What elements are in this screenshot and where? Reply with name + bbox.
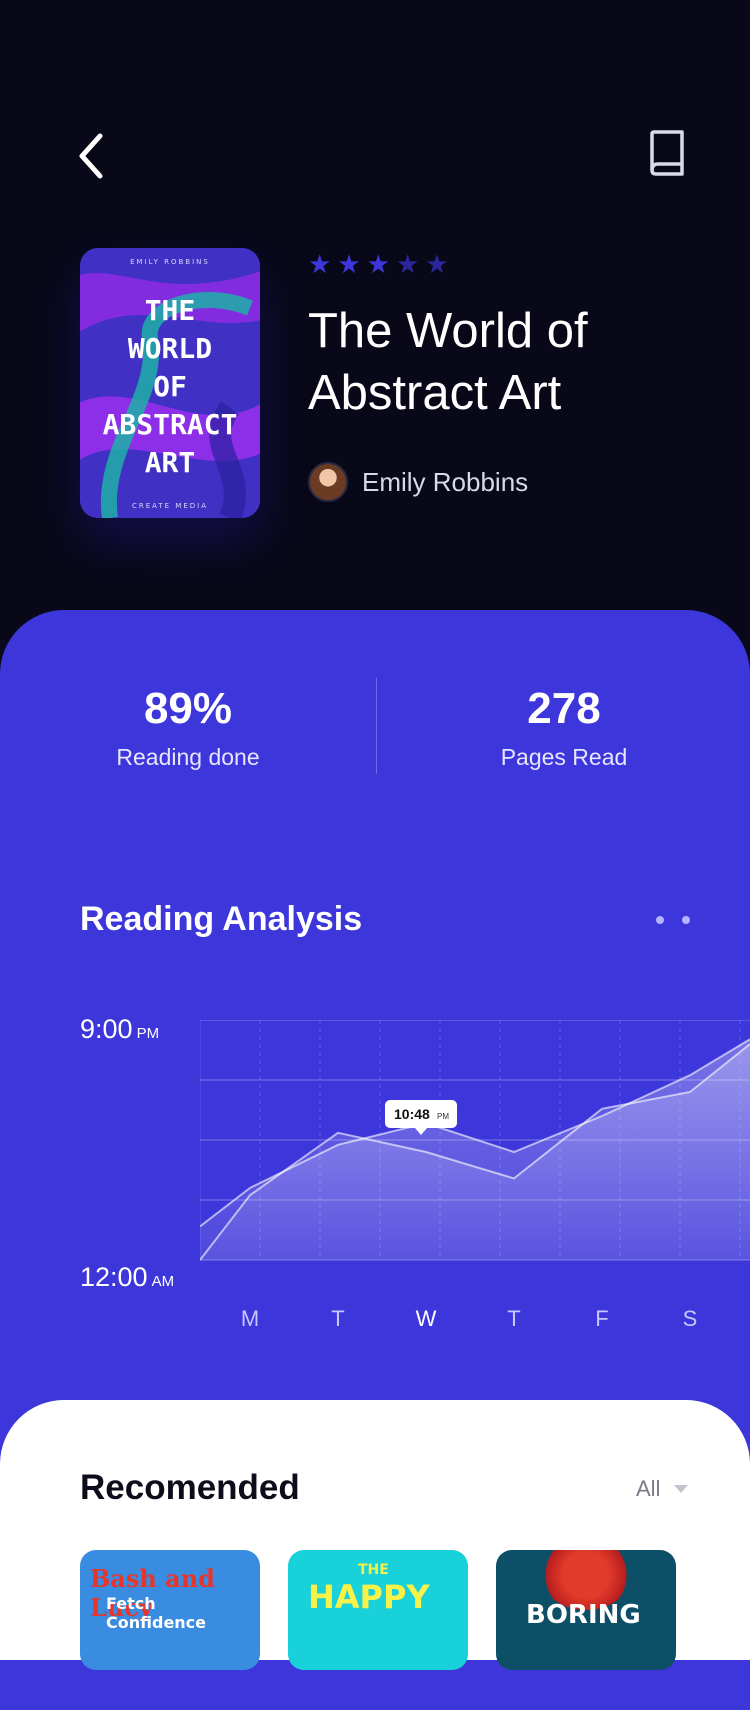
caret-down-icon [674, 1485, 688, 1493]
x-axis-label: M [241, 1306, 259, 1332]
y-bottom-time: 12:00 [80, 1262, 148, 1292]
star-icon: ★ [425, 252, 448, 278]
cover-publisher: CREATE MEDIA [80, 502, 260, 510]
recommended-book-3[interactable]: BORING [496, 1550, 676, 1670]
avatar [308, 462, 348, 502]
x-axis-label: S [683, 1306, 698, 1332]
pages-read-label: Pages Read [376, 744, 750, 771]
star-icon: ★ [396, 252, 419, 278]
back-button[interactable] [72, 128, 116, 184]
reading-done-value: 89% [0, 682, 376, 736]
star-icon: ★ [308, 252, 331, 278]
x-axis-label: T [331, 1306, 344, 1332]
reading-done-stat: 89% Reading done [0, 682, 376, 771]
x-axis-label: F [595, 1306, 608, 1332]
x-axis-labels: MTWTFS [200, 1306, 740, 1346]
reading-analysis-chart: 10:48 PM [200, 1020, 750, 1320]
book-2-line1: THE [358, 1562, 389, 1578]
book-cover: EMILY ROBBINS THE WORLD OF ABSTRACT ART … [80, 248, 260, 518]
book-icon [644, 128, 688, 180]
pages-read-stat: 278 Pages Read [376, 682, 750, 771]
y-axis-bottom-label: 12:00AM [80, 1262, 174, 1293]
x-axis-label: W [416, 1306, 437, 1332]
reading-analysis-title: Reading Analysis [80, 900, 362, 939]
book-1-subtitle: Fetch Confidence [106, 1594, 260, 1632]
tooltip-time: 10:48 [394, 1106, 430, 1122]
book-title: The World of Abstract Art [308, 300, 728, 424]
star-icon: ★ [337, 252, 360, 278]
star-icon: ★ [367, 252, 390, 278]
rating-stars: ★ ★ ★ ★ ★ [308, 252, 449, 278]
recommended-sheet: Recomended All Bash and Lucy Fetch Confi… [0, 1400, 750, 1660]
cover-title: THE WORLD OF ABSTRACT ART [80, 292, 260, 482]
pages-read-value: 278 [376, 682, 750, 736]
dot-icon [682, 916, 690, 924]
x-axis-label: T [507, 1306, 520, 1332]
recommended-book-2[interactable]: THE HAPPY [288, 1550, 468, 1670]
y-top-ampm: PM [137, 1025, 160, 1042]
filter-label: All [636, 1476, 660, 1502]
recommended-book-1[interactable]: Bash and Lucy Fetch Confidence [80, 1550, 260, 1670]
reading-done-label: Reading done [0, 744, 376, 771]
tooltip-ampm: PM [437, 1112, 449, 1121]
filter-dropdown[interactable]: All [636, 1476, 688, 1502]
recommended-title: Recomended [80, 1468, 300, 1508]
author-name: Emily Robbins [362, 467, 528, 498]
y-top-time: 9:00 [80, 1014, 133, 1044]
book-3-title: BORING [526, 1600, 641, 1630]
dot-icon [656, 916, 664, 924]
cover-author: EMILY ROBBINS [80, 258, 260, 266]
y-axis-top-label: 9:00PM [80, 1014, 159, 1045]
author-row[interactable]: Emily Robbins [308, 462, 528, 502]
stats-panel: 89% Reading done 278 Pages Read Reading … [0, 610, 750, 1710]
y-bottom-ampm: AM [152, 1273, 175, 1290]
more-options-button[interactable] [656, 910, 700, 930]
chevron-left-icon [72, 128, 116, 184]
book-2-line2: HAPPY [308, 1578, 430, 1616]
book-button[interactable] [644, 128, 688, 180]
